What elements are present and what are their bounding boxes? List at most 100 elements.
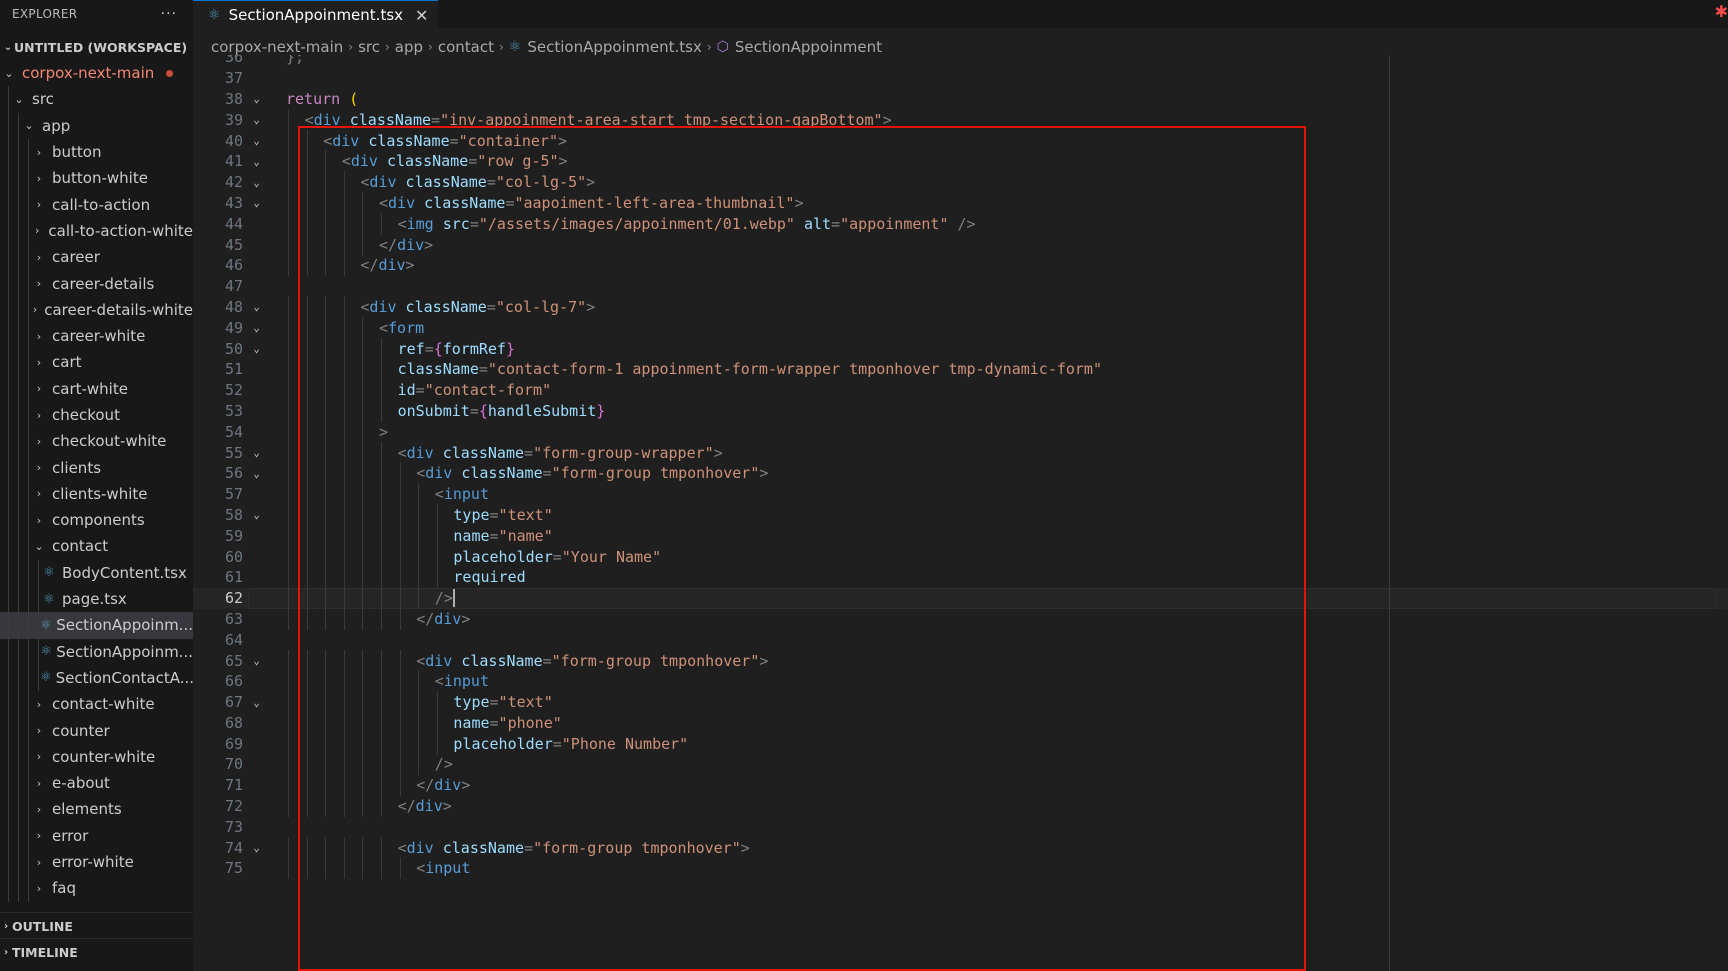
tree-folder-error[interactable]: › error [0,822,193,849]
code-line[interactable]: 42 ⌄ <div className="col-lg-5"> [193,171,1728,194]
tree-folder-contact[interactable]: ⌄ contact [0,533,193,560]
outline-section-header[interactable]: › OUTLINE [0,912,193,939]
code-line[interactable]: 38 ⌄ return ( [193,89,1728,110]
fold-chevron-icon[interactable]: ⌄ [243,508,270,521]
code-line[interactable]: 37 [193,68,1728,89]
timeline-section-header[interactable]: › TIMELINE [0,938,193,965]
code-line[interactable]: 58 ⌄ type="text" [193,503,1728,526]
tree-folder-checkout[interactable]: › checkout [0,401,193,429]
extension-icon[interactable]: ✱ [1715,2,1728,21]
tree-folder-counter-white[interactable]: › counter-white [0,743,193,771]
close-icon[interactable]: ✕ [415,6,428,25]
tree-folder-career-details-white[interactable]: › career-details-white [0,296,193,323]
code-line[interactable]: 59 name="name" [193,524,1728,547]
breadcrumb-item[interactable]: src [358,38,380,56]
fold-chevron-icon[interactable]: ⌄ [243,467,270,480]
code-line[interactable]: 51 className="contact-form-1 appoinment-f… [193,358,1728,381]
code-line[interactable]: 46 </div> [193,254,1728,277]
tree-folder-button[interactable]: › button [0,138,193,166]
code-line[interactable]: 68 name="phone" [193,711,1728,734]
code-editor[interactable]: 36}; 37 38 ⌄ return (39 ⌄ <div className="inv-… [193,55,1728,971]
code-line[interactable]: 67 ⌄ type="text" [193,691,1728,714]
code-line[interactable]: 39 ⌄ <div className="inv-appoinment-area-s… [193,108,1728,131]
code-line[interactable]: 63 </div> [193,607,1728,630]
fold-chevron-icon[interactable]: ⌄ [243,696,270,709]
tree-file-0[interactable]: ⚛ BodyContent.tsx [0,559,193,586]
fold-chevron-icon[interactable]: ⌄ [243,342,270,355]
tree-folder-clients-white[interactable]: › clients-white [0,480,193,508]
tree-folder-checkout-white[interactable]: › checkout-white [0,428,193,455]
fold-chevron-icon[interactable]: ⌄ [243,196,270,209]
code-line[interactable]: 62 /> [193,586,1728,610]
breadcrumb-item[interactable]: SectionAppoinment.tsx [527,38,701,56]
workspace-section-header[interactable]: ⌄ UNTITLED (WORKSPACE) [0,36,193,58]
tree-folder-elements[interactable]: › elements [0,796,193,823]
code-line[interactable]: 70 /> [193,753,1728,776]
code-line[interactable]: 55 ⌄ <div className="form-group-wrapper"> [193,441,1728,464]
code-line[interactable]: 72 </div> [193,795,1728,818]
tree-folder-faq[interactable]: › faq [0,875,193,902]
tree-folder-error-white[interactable]: › error-white [0,848,193,876]
code-line[interactable]: 53 onSubmit={handleSubmit} [193,399,1728,422]
fold-chevron-icon[interactable]: ⌄ [243,321,270,334]
tree-folder-career-details[interactable]: › career-details [0,270,193,297]
fold-chevron-icon[interactable]: ⌄ [243,654,270,667]
tree-folder-contact-white[interactable]: › contact-white [0,691,193,718]
breadcrumb-item[interactable]: contact [438,38,494,56]
tree-folder-root[interactable]: ⌄ corpox-next-main [0,60,193,86]
tree-file-2[interactable]: ⚛ SectionAppoinm... [0,612,193,639]
breadcrumb-item[interactable]: corpox-next-main [211,38,343,56]
code-line[interactable]: 45 </div> [193,233,1728,256]
code-line[interactable]: 36}; [193,55,1728,68]
code-line[interactable]: 71 </div> [193,774,1728,797]
code-line[interactable]: 54 > [193,420,1728,443]
fold-chevron-icon[interactable]: ⌄ [243,113,270,126]
code-line[interactable]: 44 <img src="/assets/images/appoinment/01… [193,212,1728,235]
code-line[interactable]: 66 <input [193,670,1728,693]
fold-chevron-icon[interactable]: ⌄ [243,841,270,854]
code-line[interactable]: 48 ⌄ <div className="col-lg-7"> [193,295,1728,318]
tree-folder-call-to-action[interactable]: › call-to-action [0,191,193,218]
code-line[interactable]: 74 ⌄ <div className="form-group tmponhover… [193,836,1728,859]
tree-folder-e-about[interactable]: › e-about [0,770,193,797]
more-actions-icon[interactable]: ··· [161,6,177,22]
code-line[interactable]: 69 placeholder="Phone Number" [193,732,1728,755]
tree-file-1[interactable]: ⚛ page.tsx [0,585,193,613]
breadcrumb-item[interactable]: app [395,38,423,56]
code-line[interactable]: 65 ⌄ <div className="form-group tmponhover… [193,649,1728,672]
code-line[interactable]: 52 id="contact-form" [193,379,1728,402]
tree-folder-clients[interactable]: › clients [0,454,193,481]
code-line[interactable]: 75 <input [193,857,1728,880]
code-line[interactable]: 56 ⌄ <div className="form-group tmponhover… [193,462,1728,485]
code-line[interactable]: 57 <input [193,483,1728,506]
code-line[interactable]: 47 [193,276,1728,297]
tree-folder-call-to-action-white[interactable]: › call-to-action-white [0,217,193,245]
tree-folder-cart[interactable]: › cart [0,349,193,376]
tree-file-4[interactable]: ⚛ SectionContactA... [0,664,193,692]
tree-folder-components[interactable]: › components [0,507,193,534]
tree-folder-app[interactable]: ⌄ app [0,112,193,139]
code-line[interactable]: 43 ⌄ <div className="aapoiment-left-area-t… [193,191,1728,214]
fold-chevron-icon[interactable]: ⌄ [243,155,270,168]
code-line[interactable]: 40 ⌄ <div className="container"> [193,129,1728,152]
fold-chevron-icon[interactable]: ⌄ [243,92,270,105]
fold-chevron-icon[interactable]: ⌄ [243,446,270,459]
code-line[interactable]: 49 ⌄ <form [193,316,1728,339]
fold-chevron-icon[interactable]: ⌄ [243,176,270,189]
code-line[interactable]: 61 required [193,566,1728,589]
fold-chevron-icon[interactable]: ⌄ [243,134,270,147]
code-line[interactable]: 64 [193,629,1728,650]
tree-folder-counter[interactable]: › counter [0,717,193,744]
tree-folder-button-white[interactable]: › button-white [0,165,193,192]
fold-chevron-icon[interactable]: ⌄ [243,300,270,313]
breadcrumb-item[interactable]: SectionAppoinment [735,38,882,56]
code-line[interactable]: 41 ⌄ <div className="row g-5"> [193,150,1728,173]
tree-folder-src[interactable]: ⌄ src [0,86,193,113]
tab-section-appoinment[interactable]: ⚛ SectionAppoinment.tsx ✕ [193,0,439,29]
tree-folder-career[interactable]: › career [0,244,193,271]
code-line[interactable]: 73 [193,816,1728,837]
code-line[interactable]: 50 ⌄ ref={formRef} [193,337,1728,360]
tree-file-3[interactable]: ⚛ SectionAppoinm... [0,638,193,665]
tree-folder-cart-white[interactable]: › cart-white [0,375,193,402]
tree-folder-career-white[interactable]: › career-white [0,322,193,350]
